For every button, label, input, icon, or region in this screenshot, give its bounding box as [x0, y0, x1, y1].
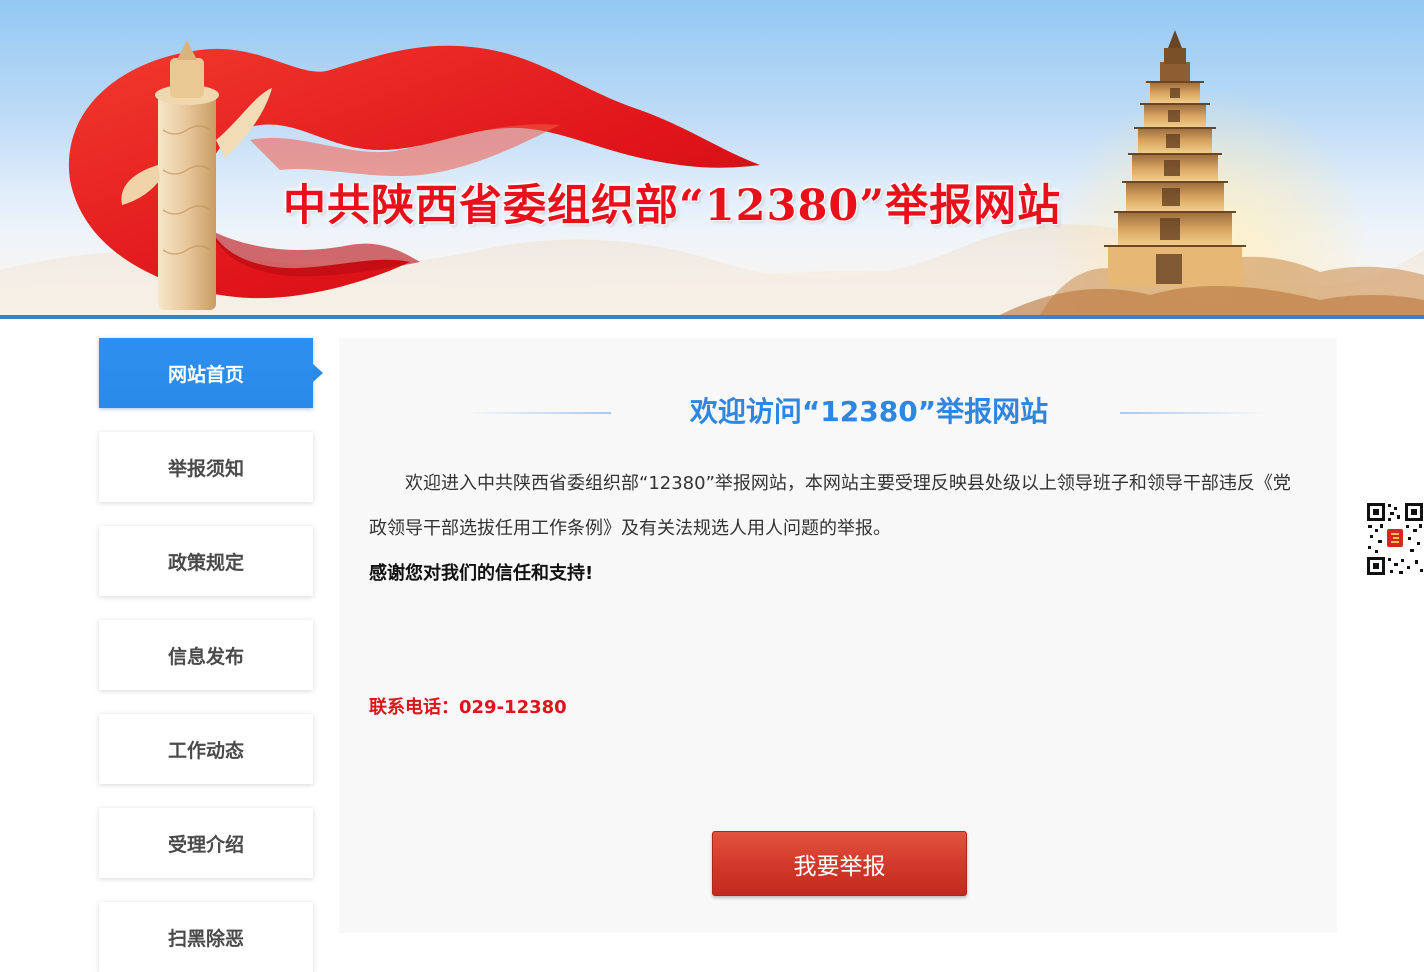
- main-panel: 欢迎访问“12380”举报网站 欢迎进入中共陕西省委组织部“12380”举报网站…: [339, 338, 1337, 933]
- banner-divider: [0, 315, 1424, 319]
- sidebar-item-policy[interactable]: 政策规定: [99, 526, 313, 596]
- header-banner: 中共陕西省委组织部“12380”举报网站: [0, 0, 1424, 315]
- welcome-title: 欢迎访问“12380”举报网站: [689, 395, 1049, 428]
- qr-code-icon: [1366, 502, 1424, 576]
- title-decor-line-left: [466, 412, 611, 414]
- banner-artwork: [0, 30, 1424, 315]
- contact-phone: 联系电话：029-12380: [369, 697, 567, 718]
- sidebar-item-info-release[interactable]: 信息发布: [99, 620, 313, 690]
- sidebar-item-acceptance-intro[interactable]: 受理介绍: [99, 808, 313, 878]
- report-button[interactable]: 我要举报: [712, 831, 967, 896]
- thanks-text: 感谢您对我们的信任和支持!: [369, 563, 594, 584]
- sidebar-item-work-news[interactable]: 工作动态: [99, 714, 313, 784]
- intro-paragraph: 欢迎进入中共陕西省委组织部“12380”举报网站，本网站主要受理反映县处级以上领…: [369, 473, 1291, 539]
- sidebar-item-report-notice[interactable]: 举报须知: [99, 432, 313, 502]
- sidebar-item-anti-gang[interactable]: 扫黑除恶: [99, 902, 313, 972]
- title-decor-line-right: [1120, 412, 1265, 414]
- sidebar-item-home[interactable]: 网站首页: [99, 338, 323, 408]
- site-title: 中共陕西省委组织部“12380”举报网站: [283, 181, 1062, 231]
